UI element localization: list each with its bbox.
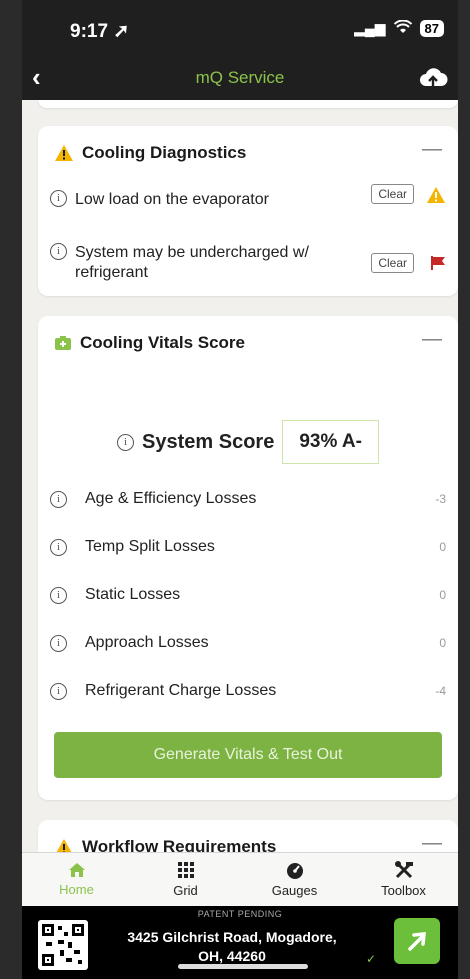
status-icons: ▂▄▆ 87 [354, 19, 444, 37]
main-scroll[interactable]: Cooling Diagnostics — i Low load on the … [22, 100, 458, 852]
home-indicator [178, 964, 308, 969]
tab-label: Toolbox [381, 883, 426, 898]
loss-row: i Refrigerant Charge Losses -4 [50, 682, 446, 700]
tab-bar: Home Grid Gauges Toolbox [22, 852, 458, 906]
cooling-vitals-title: Cooling Vitals Score [80, 333, 246, 352]
info-icon[interactable]: i [117, 433, 135, 451]
arrow-up-right-icon [408, 932, 426, 951]
workflow-requirements-title: Workflow Requirements [82, 837, 277, 852]
address-line-1: 3425 Gilchrist Road, Mogadore, [127, 929, 337, 945]
cooling-vitals-header[interactable]: Cooling Vitals Score [54, 333, 245, 353]
loss-value: -4 [435, 684, 446, 698]
warning-icon [56, 839, 72, 852]
loss-value: 0 [439, 636, 446, 650]
loss-row: i Age & Efficiency Losses -3 [50, 490, 446, 508]
tab-gauges[interactable]: Gauges [240, 853, 349, 906]
cooling-vitals-card: Cooling Vitals Score — i System Score 93… [38, 316, 458, 800]
page-title: mQ Service [195, 68, 285, 87]
loss-label: Static Losses [85, 586, 181, 603]
diagnostic-text: Low load on the evaporator [75, 191, 269, 208]
home-icon [68, 863, 85, 877]
workflow-requirements-header[interactable]: Workflow Requirements [54, 837, 276, 852]
info-icon[interactable]: i [50, 243, 67, 260]
cloud-upload-icon[interactable] [418, 64, 448, 92]
tab-home[interactable]: Home [22, 853, 131, 906]
cooling-diagnostics-header[interactable]: Cooling Diagnostics [54, 143, 246, 163]
loss-value: 0 [439, 588, 446, 602]
tab-label: Home [59, 882, 94, 897]
status-time: 9:17 ➚ [70, 21, 130, 42]
phone-screen: 9:17 ➚ ▂▄▆ 87 ‹ mQ Service Cooling Diagn… [22, 0, 458, 979]
tab-label: Gauges [271, 883, 318, 898]
workflow-requirements-card: Workflow Requirements — [38, 820, 458, 852]
gauge-icon [286, 863, 303, 879]
status-bar: 9:17 ➚ ▂▄▆ 87 [22, 0, 458, 58]
info-icon[interactable]: i [50, 490, 67, 508]
patent-text: PATENT PENDING [197, 909, 283, 919]
diagnostic-item: i Low load on the evaporator Clear [50, 184, 446, 210]
navigate-button[interactable] [394, 918, 440, 964]
info-icon[interactable]: i [50, 538, 67, 556]
tab-grid[interactable]: Grid [131, 853, 240, 906]
loss-value: -3 [435, 492, 446, 506]
job-address: 3425 Gilchrist Road, Mogadore, OH, 44260 [112, 928, 352, 966]
system-score: i System Score 93% A- [38, 420, 458, 464]
generate-vitals-button[interactable]: Generate Vitals & Test Out [54, 732, 442, 778]
diagnostic-text: System may be undercharged w/ refrigeran… [75, 244, 309, 281]
loss-label: Refrigerant Charge Losses [85, 682, 277, 699]
warning-icon [55, 145, 73, 161]
previous-card [38, 100, 458, 108]
qr-code[interactable] [38, 920, 88, 970]
cooling-diagnostics-title: Cooling Diagnostics [82, 143, 247, 162]
info-icon[interactable]: i [50, 634, 67, 652]
clear-button[interactable]: Clear [371, 184, 414, 204]
collapse-workflow-button[interactable]: — [422, 832, 442, 852]
tools-icon [394, 861, 413, 879]
system-score-label: System Score [142, 430, 275, 453]
loss-value: 0 [439, 540, 446, 554]
info-icon[interactable]: i [50, 586, 67, 604]
grid-icon [177, 862, 194, 878]
nav-bar: ‹ mQ Service [22, 58, 458, 100]
vitals-icon [55, 336, 71, 350]
clear-button[interactable]: Clear [371, 253, 414, 273]
collapse-diagnostics-button[interactable]: — [422, 138, 442, 161]
loss-row: i Static Losses 0 [50, 586, 446, 604]
location-arrow-icon: ➚ [113, 21, 130, 42]
warning-icon [427, 187, 445, 203]
verified-check-icon: ✓ [366, 952, 377, 966]
cooling-diagnostics-card: Cooling Diagnostics — i Low load on the … [38, 126, 458, 296]
signal-icon: ▂▄▆ [354, 20, 386, 36]
loss-row: i Approach Losses 0 [50, 634, 446, 652]
loss-label: Temp Split Losses [85, 538, 215, 555]
red-flag-icon [431, 256, 445, 270]
tab-label: Grid [173, 883, 198, 898]
diagnostic-item: i System may be undercharged w/ refriger… [50, 243, 446, 283]
loss-label: Approach Losses [85, 634, 209, 651]
system-score-value: 93% A- [282, 420, 379, 464]
loss-label: Age & Efficiency Losses [85, 490, 257, 507]
loss-row: i Temp Split Losses 0 [50, 538, 446, 556]
info-icon[interactable]: i [50, 682, 67, 700]
tab-toolbox[interactable]: Toolbox [349, 853, 458, 906]
collapse-vitals-button[interactable]: — [422, 328, 442, 351]
info-icon[interactable]: i [50, 190, 67, 207]
wifi-icon [393, 19, 412, 37]
battery-indicator: 87 [419, 20, 444, 37]
